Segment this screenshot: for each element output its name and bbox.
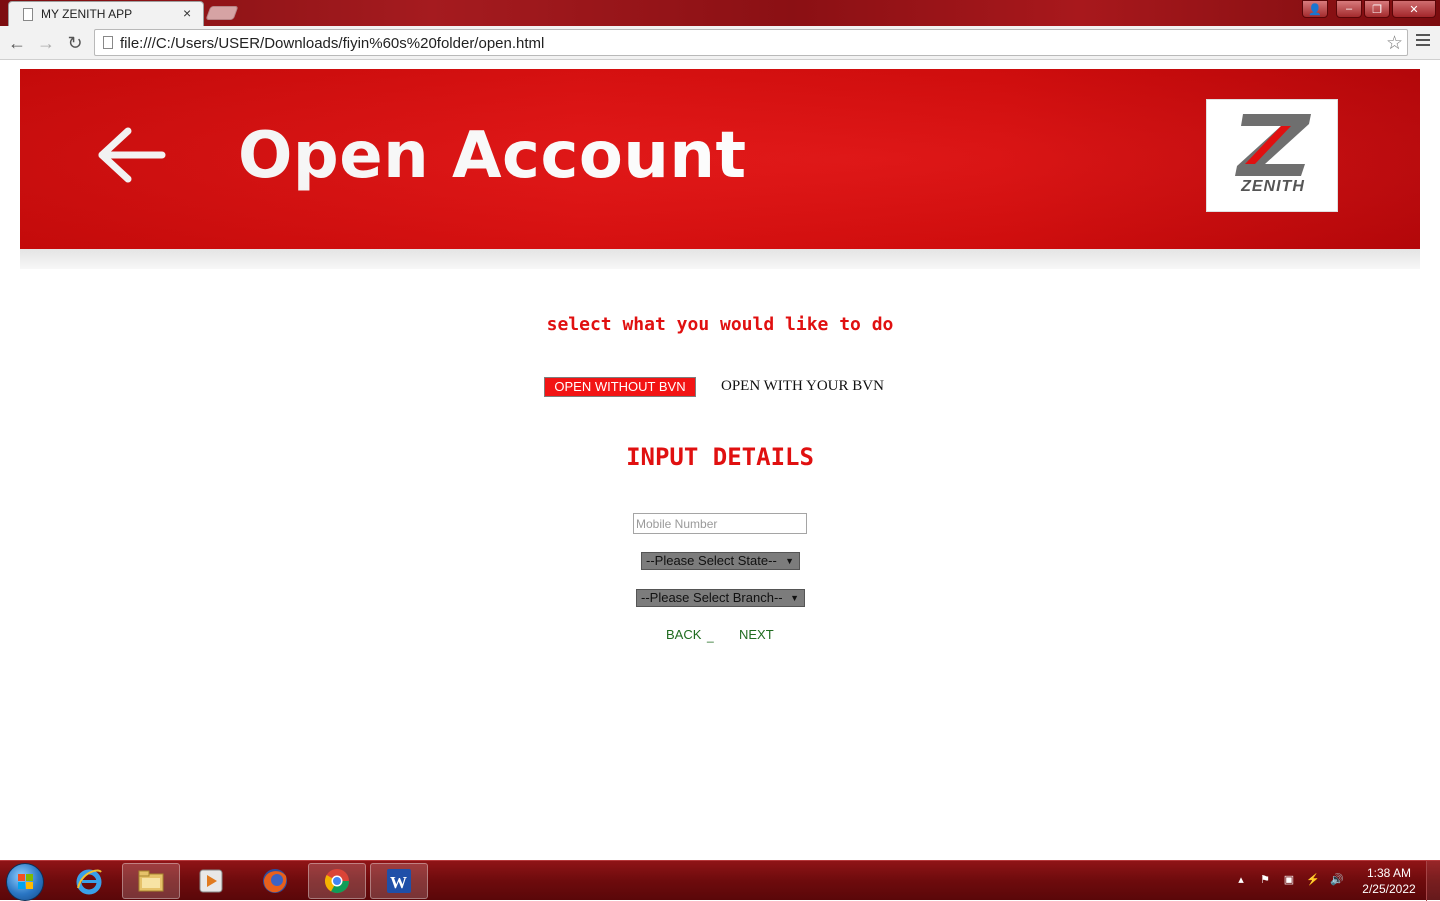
logo-text: ZENITH	[1241, 178, 1305, 195]
taskbar-firefox[interactable]	[246, 863, 304, 899]
taskbar-word[interactable]: W	[370, 863, 428, 899]
volume-icon[interactable]: 🔊	[1330, 873, 1344, 887]
folder-icon	[138, 870, 164, 892]
minimize-button[interactable]: –	[1336, 0, 1362, 18]
network-icon[interactable]: ▣	[1282, 873, 1296, 887]
browser-toolbar: ← → ↻ file:///C:/Users/USER/Downloads/fi…	[0, 26, 1440, 60]
firefox-icon	[263, 869, 287, 893]
state-select[interactable]: --Please Select State-- ▼	[641, 552, 800, 570]
windows-taskbar: W ▴ ⚑ ▣ ⚡ 🔊 1:38 AM 2/25/2022	[0, 860, 1440, 901]
state-select-value: --Please Select State--	[646, 553, 777, 568]
page-title: Open Account	[238, 119, 747, 193]
browser-tab[interactable]: MY ZENITH APP ×	[8, 1, 204, 27]
next-link[interactable]: NEXT	[739, 627, 774, 642]
svg-text:W: W	[390, 873, 407, 892]
dropdown-caret-icon: ▼	[785, 556, 794, 566]
taskbar-chrome[interactable]	[308, 863, 366, 899]
internet-explorer-icon	[76, 869, 102, 895]
taskbar-file-explorer[interactable]	[122, 863, 180, 899]
link-separator: _	[707, 629, 714, 643]
action-center-flag-icon[interactable]: ⚑	[1258, 873, 1272, 887]
page-content: Open Account ZENITH select what you woul…	[0, 61, 1440, 860]
show-desktop-button[interactable]	[1426, 861, 1440, 901]
chrome-icon	[324, 869, 349, 894]
power-icon[interactable]: ⚡	[1306, 873, 1320, 887]
taskbar-media-player[interactable]	[182, 863, 240, 899]
open-with-bvn-button[interactable]: OPEN WITH YOUR BVN	[721, 377, 884, 395]
windows-logo-icon	[18, 874, 34, 890]
reload-icon[interactable]: ↻	[64, 32, 86, 54]
zenith-logo: ZENITH	[1206, 99, 1338, 212]
restore-button[interactable]: ❐	[1364, 0, 1390, 18]
bookmark-star-icon[interactable]: ☆	[1386, 32, 1403, 55]
address-bar[interactable]: file:///C:/Users/USER/Downloads/fiyin%60…	[94, 29, 1408, 56]
section-title: INPUT DETAILS	[626, 443, 814, 471]
instruction-text: select what you would like to do	[546, 314, 894, 335]
system-tray: ▴ ⚑ ▣ ⚡ 🔊	[1234, 873, 1344, 887]
mobile-number-input[interactable]	[633, 513, 807, 534]
clock-date: 2/25/2022	[1362, 882, 1416, 896]
branch-select[interactable]: --Please Select Branch-- ▼	[636, 589, 805, 607]
open-without-bvn-button[interactable]: OPEN WITHOUT BVN	[544, 377, 696, 397]
user-profile-icon[interactable]: 👤	[1302, 0, 1328, 18]
hamburger-menu-icon[interactable]	[1416, 34, 1430, 50]
banner-shadow	[20, 249, 1420, 269]
back-link[interactable]: BACK	[666, 627, 701, 642]
system-clock[interactable]: 1:38 AM 2/25/2022	[1356, 865, 1422, 897]
clock-time: 1:38 AM	[1366, 866, 1412, 880]
page-icon	[23, 8, 33, 21]
close-window-button[interactable]: ✕	[1392, 0, 1436, 18]
header-banner: Open Account ZENITH	[20, 69, 1420, 249]
media-player-icon	[199, 869, 223, 893]
start-button[interactable]	[6, 863, 44, 901]
page-icon	[103, 36, 113, 49]
word-icon: W	[387, 869, 411, 893]
branch-select-value: --Please Select Branch--	[641, 590, 783, 605]
browser-titlebar: MY ZENITH APP × 👤 – ❐ ✕	[0, 0, 1440, 27]
forward-arrow-icon[interactable]: →	[35, 32, 57, 54]
window-controls: 👤 – ❐ ✕	[1300, 0, 1436, 20]
dropdown-caret-icon: ▼	[790, 593, 799, 603]
new-tab-button[interactable]	[205, 6, 239, 20]
url-text[interactable]: file:///C:/Users/USER/Downloads/fiyin%60…	[120, 35, 544, 52]
back-arrow-icon[interactable]: ←	[6, 32, 28, 54]
tab-title: MY ZENITH APP	[41, 7, 133, 21]
zenith-z-icon	[1235, 114, 1311, 176]
show-hidden-icons-icon[interactable]: ▴	[1234, 873, 1248, 887]
tab-close-icon[interactable]: ×	[183, 5, 191, 21]
taskbar-internet-explorer[interactable]	[60, 863, 118, 899]
back-arrow-icon[interactable]	[96, 123, 168, 187]
